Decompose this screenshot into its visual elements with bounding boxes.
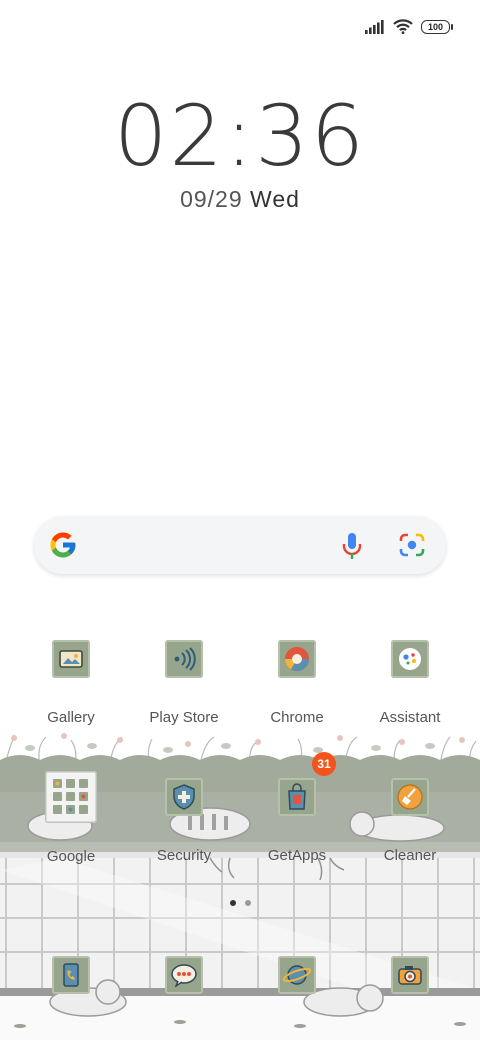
- security-icon: [165, 778, 203, 816]
- getapps-icon: 31: [278, 752, 336, 816]
- app-label: GetApps: [267, 847, 327, 864]
- dock-messages[interactable]: [128, 956, 240, 994]
- app-play-store[interactable]: Play Store: [128, 640, 240, 726]
- google-search-bar[interactable]: [34, 516, 446, 574]
- google-folder-icon: [45, 771, 97, 823]
- dock-camera[interactable]: [354, 956, 466, 994]
- app-gallery[interactable]: Gallery: [15, 640, 127, 726]
- clock-widget[interactable]: 02:36 09/29 Wed: [0, 90, 480, 213]
- phone-icon: [52, 956, 90, 994]
- battery-indicator: 100: [421, 19, 453, 34]
- app-label: Security: [156, 847, 212, 864]
- app-chrome[interactable]: Chrome: [241, 640, 353, 726]
- dock-phone[interactable]: [15, 956, 127, 994]
- app-assistant[interactable]: Assistant: [354, 640, 466, 726]
- app-security[interactable]: Security: [128, 778, 240, 864]
- app-label: Gallery: [47, 709, 95, 726]
- camera-lens-icon[interactable]: [398, 532, 426, 558]
- folder-google[interactable]: Google: [15, 771, 127, 865]
- notification-badge: 31: [312, 752, 336, 776]
- signal-bars-icon: [365, 19, 384, 34]
- app-getapps[interactable]: 31 GetApps: [241, 752, 353, 864]
- app-cleaner[interactable]: Cleaner: [354, 778, 466, 864]
- status-bar: 100: [0, 0, 480, 56]
- page-dot-1[interactable]: [229, 900, 236, 906]
- microphone-icon[interactable]: [340, 531, 364, 561]
- browser-icon: [278, 956, 316, 994]
- weekday-text: Wed: [250, 186, 300, 212]
- app-label: Assistant: [379, 709, 441, 726]
- dock-browser[interactable]: [241, 956, 353, 994]
- app-label: Google: [46, 848, 96, 865]
- play-store-icon: [165, 640, 203, 678]
- chrome-icon: [278, 640, 316, 678]
- page-indicator[interactable]: [0, 900, 480, 906]
- clock-date: 09/29 Wed: [0, 186, 480, 213]
- app-label: Chrome: [270, 709, 324, 726]
- wifi-icon: [393, 19, 413, 34]
- google-g-icon: [50, 532, 76, 558]
- assistant-icon: [391, 640, 429, 678]
- messages-icon: [165, 956, 203, 994]
- app-label: Cleaner: [383, 847, 437, 864]
- gallery-icon: [52, 640, 90, 678]
- camera-icon: [391, 956, 429, 994]
- clock-time: 02:36: [113, 87, 367, 185]
- date-text: 09/29: [180, 186, 243, 212]
- cleaner-icon: [391, 778, 429, 816]
- app-label: Play Store: [149, 709, 219, 726]
- page-dot-2[interactable]: [244, 900, 251, 906]
